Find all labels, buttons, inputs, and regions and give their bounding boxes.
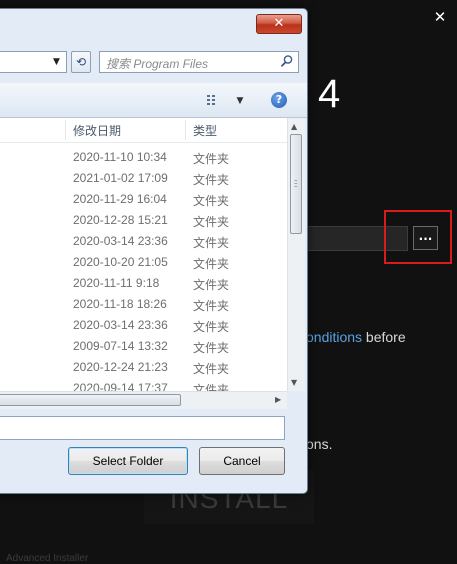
rows: 2020-11-10 10:34 文件夹 2021-01-02 17:09 文件夹 20… bbox=[0, 148, 287, 391]
date-cell: 2020-12-24 21:23 bbox=[73, 360, 168, 374]
date-cell: 2020-12-28 15:21 bbox=[73, 213, 168, 227]
list-item[interactable]: 2020-12-28 15:21 文件夹 bbox=[0, 211, 287, 232]
type-cell: 文件夹 bbox=[193, 362, 230, 376]
terms-link[interactable]: onditions bbox=[306, 329, 362, 345]
back-arrow-icon[interactable]: ⟲ bbox=[71, 51, 91, 73]
column-header: 修改日期 类型 bbox=[0, 118, 287, 143]
list-item[interactable]: 2020-10-20 21:05 文件夹 bbox=[0, 253, 287, 274]
search-icon[interactable] bbox=[280, 54, 294, 68]
toolbar: ▼ ? bbox=[0, 83, 307, 118]
list-item[interactable]: 2020-12-24 21:23 文件夹 bbox=[0, 358, 287, 379]
list-item[interactable]: 2020-11-29 16:04 文件夹 bbox=[0, 190, 287, 211]
browse-button[interactable]: ... bbox=[413, 226, 438, 250]
date-cell: 2020-10-20 21:05 bbox=[73, 255, 168, 269]
list-item[interactable]: 2009-07-14 13:32 文件夹 bbox=[0, 337, 287, 358]
chevron-down-icon: ▼ bbox=[236, 96, 244, 106]
type-cell: 文件夹 bbox=[193, 173, 230, 187]
list-item[interactable]: 2020-11-18 18:26 文件夹 bbox=[0, 295, 287, 316]
type-cell: 文件夹 bbox=[193, 152, 230, 166]
date-cell: 2020-11-11 9:18 bbox=[73, 276, 160, 290]
scroll-down-icon[interactable]: ▼ bbox=[291, 378, 297, 387]
date-cell: 2009-07-14 13:32 bbox=[73, 339, 168, 353]
terms-after-text: before bbox=[362, 329, 406, 345]
chevron-down-icon[interactable]: ▼ bbox=[53, 57, 60, 67]
file-list[interactable]: 修改日期 类型 2020-11-10 10:34 文件夹 2021-01-02 17… bbox=[0, 118, 287, 391]
type-cell: 文件夹 bbox=[193, 278, 230, 292]
date-cell: 2020-11-29 16:04 bbox=[73, 192, 167, 206]
date-cell: 2020-03-14 23:36 bbox=[73, 234, 168, 248]
column-type[interactable]: 类型 bbox=[193, 122, 217, 139]
horizontal-scrollbar[interactable]: ▶ bbox=[0, 391, 287, 409]
list-item[interactable]: 2020-11-11 9:18 文件夹 bbox=[0, 274, 287, 295]
view-options[interactable]: ▼ bbox=[207, 93, 243, 106]
help-icon[interactable]: ? bbox=[271, 92, 287, 108]
search-placeholder: 搜索 Program Files bbox=[106, 57, 209, 71]
browse-folder-dialog: ✕ ▼ ⟲ 搜索 Program Files ▼ ? 修改日期 类型 2020-… bbox=[0, 8, 308, 494]
list-item[interactable]: 2020-11-10 10:34 文件夹 bbox=[0, 148, 287, 169]
list-item[interactable]: 2020-03-14 23:36 文件夹 bbox=[0, 232, 287, 253]
view-icon bbox=[207, 94, 215, 105]
column-date[interactable]: 修改日期 bbox=[73, 122, 121, 139]
type-cell: 文件夹 bbox=[193, 383, 230, 391]
list-item[interactable]: 2020-09-14 17:37 文件夹 bbox=[0, 379, 287, 391]
date-cell: 2020-11-18 18:26 bbox=[73, 297, 167, 311]
close-icon[interactable]: ✕ bbox=[430, 7, 450, 27]
footer-text: Advanced Installer bbox=[6, 553, 89, 564]
type-cell: 文件夹 bbox=[193, 299, 230, 313]
type-cell: 文件夹 bbox=[193, 320, 230, 334]
scroll-up-icon[interactable]: ▲ bbox=[291, 122, 297, 131]
date-cell: 2020-09-14 17:37 bbox=[73, 381, 168, 391]
scroll-right-icon[interactable]: ▶ bbox=[275, 395, 281, 404]
dialog-close-button[interactable]: ✕ bbox=[256, 14, 302, 34]
list-item[interactable]: 2021-01-02 17:09 文件夹 bbox=[0, 169, 287, 190]
vertical-scrollbar[interactable]: ▲ – – – ▼ bbox=[287, 118, 305, 391]
date-cell: 2020-11-10 10:34 bbox=[73, 150, 167, 164]
folder-name-input[interactable] bbox=[0, 416, 285, 440]
type-cell: 文件夹 bbox=[193, 236, 230, 250]
date-cell: 2020-03-14 23:36 bbox=[73, 318, 168, 332]
version-number: 4 bbox=[318, 72, 341, 116]
type-cell: 文件夹 bbox=[193, 215, 230, 229]
horizontal-scroll-thumb[interactable] bbox=[0, 394, 181, 406]
options-text: ons. bbox=[306, 436, 333, 452]
date-cell: 2021-01-02 17:09 bbox=[73, 171, 168, 185]
search-input[interactable]: 搜索 Program Files bbox=[99, 51, 299, 73]
cancel-button[interactable]: Cancel bbox=[199, 447, 285, 475]
terms-text: onditions before bbox=[306, 329, 406, 345]
vertical-scroll-thumb[interactable]: – – – bbox=[290, 134, 302, 234]
close-icon: ✕ bbox=[273, 16, 285, 31]
select-folder-button[interactable]: Select Folder bbox=[68, 447, 188, 475]
type-cell: 文件夹 bbox=[193, 257, 230, 271]
type-cell: 文件夹 bbox=[193, 194, 230, 208]
type-cell: 文件夹 bbox=[193, 341, 230, 355]
list-item[interactable]: 2020-03-14 23:36 文件夹 bbox=[0, 316, 287, 337]
